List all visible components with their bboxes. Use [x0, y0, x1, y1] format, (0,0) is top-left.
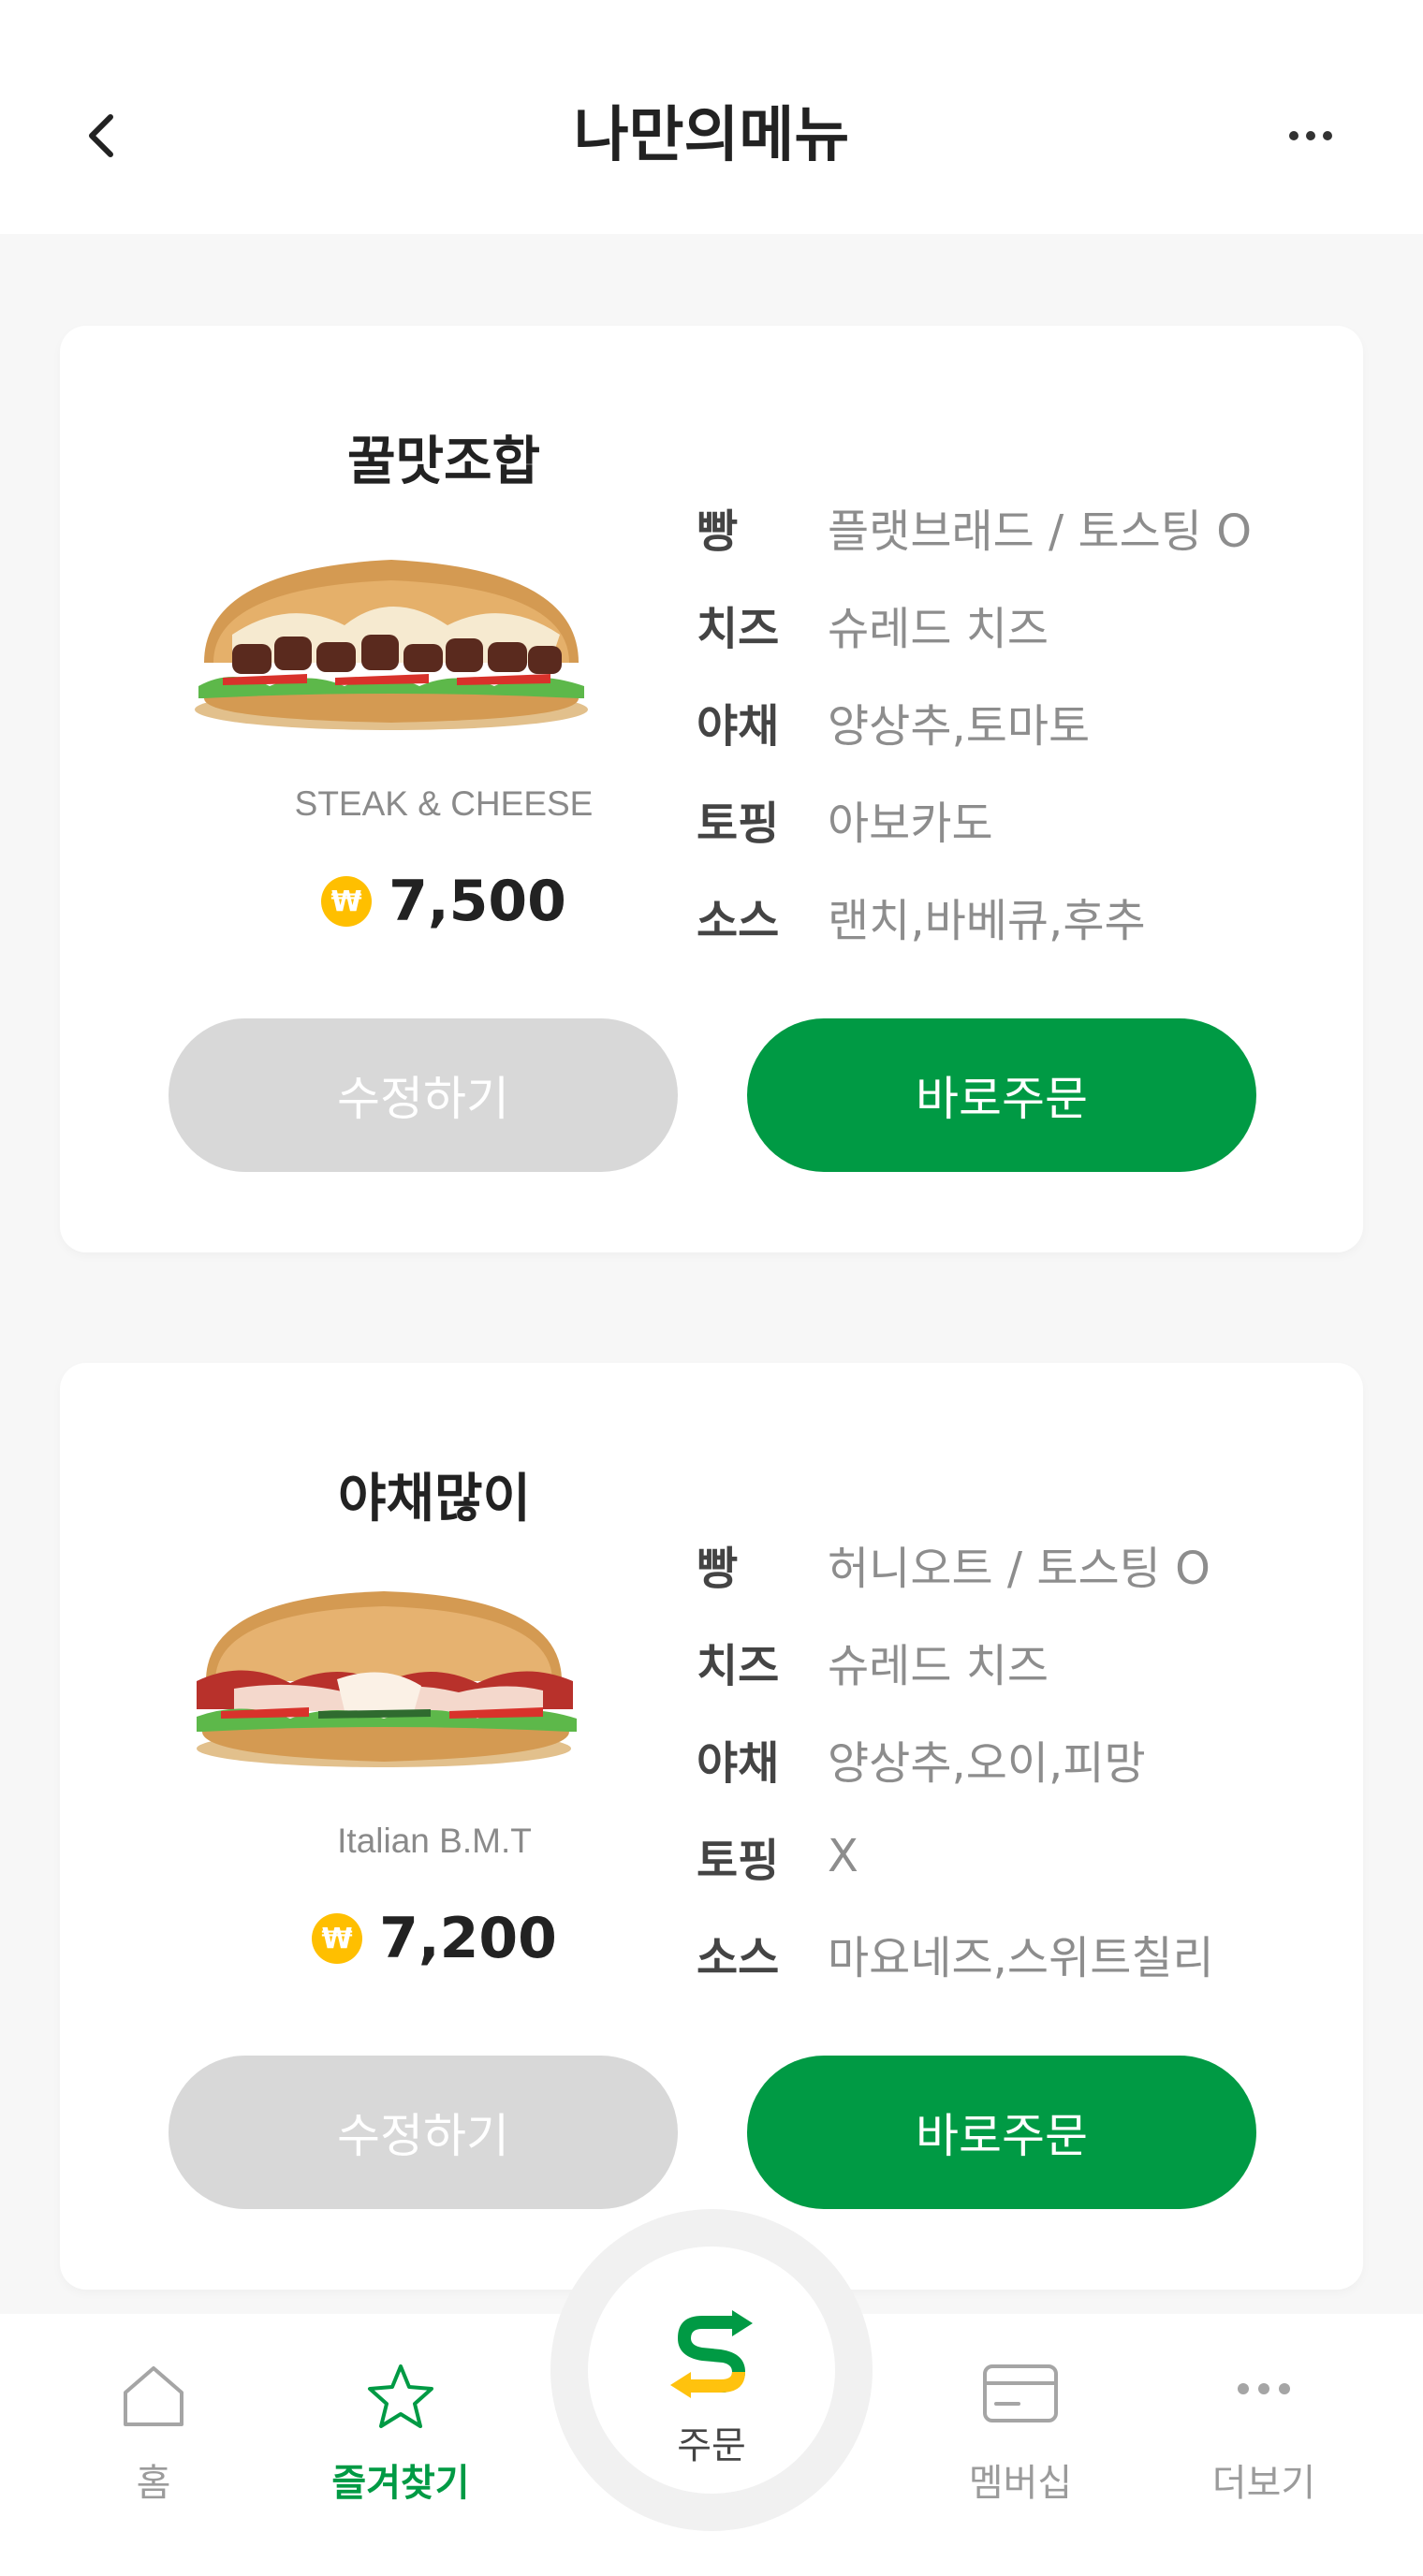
price: ₩ 7,500 — [200, 869, 687, 934]
option-value: X — [828, 1830, 858, 1882]
price: ₩ 7,200 — [191, 1906, 678, 1971]
steak-cheese-sandwich-image — [195, 560, 588, 730]
sandwich-name: STEAK & CHEESE — [294, 784, 594, 823]
won-coin-icon: ₩ — [312, 1913, 363, 1964]
menu-name: 꿀맛조합 — [346, 432, 541, 492]
nav-label-home: 홈 — [136, 2462, 171, 2505]
option-row: 야채 양상추,토마토 — [697, 689, 1090, 754]
nav-item-more[interactable]: 더보기 — [1170, 2314, 1357, 2576]
option-value: 슈레드 치즈 — [828, 1640, 1049, 1692]
menu-name: 야채많이 — [337, 1469, 532, 1530]
option-row: 치즈 슈레드 치즈 — [697, 592, 1049, 657]
page-title: 나만의메뉴 — [573, 101, 850, 170]
price-value: 7,200 — [379, 1906, 557, 1971]
home-icon — [124, 2366, 183, 2426]
edit-button[interactable]: 수정하기 — [169, 1018, 678, 1172]
star-icon — [368, 2364, 433, 2428]
more-horizontal-icon — [1238, 2383, 1290, 2394]
edit-button[interactable]: 수정하기 — [169, 2056, 678, 2209]
option-row: 소스 랜치,바베큐,후추 — [697, 884, 1146, 949]
nav-item-home[interactable]: 홈 — [60, 2314, 247, 2576]
option-row: 빵 허니오트 / 토스팅 O — [697, 1531, 1210, 1597]
membership-card-icon — [983, 2364, 1058, 2422]
price-value: 7,500 — [389, 869, 566, 934]
option-value: 마요네즈,스위트칠리 — [828, 1932, 1214, 1984]
option-row: 토핑 X — [697, 1823, 858, 1889]
menu-card: 꿀맛조합 STEAK & CHEESE ₩ 7,500 빵 플랫브래드 / 토스… — [60, 326, 1363, 1252]
option-row: 치즈 슈레드 치즈 — [697, 1629, 1049, 1694]
order-now-button[interactable]: 바로주문 — [747, 1018, 1256, 1172]
option-value: 플랫브래드 / 토스팅 O — [828, 505, 1253, 558]
nav-item-favorites[interactable]: 즐겨찾기 — [307, 2314, 494, 2576]
nav-label-favorites: 즐겨찾기 — [331, 2462, 470, 2505]
option-label: 빵 — [697, 1543, 739, 1595]
option-label: 치즈 — [697, 1640, 780, 1692]
order-center-button[interactable]: 주문 — [588, 2247, 835, 2494]
option-row: 야채 양상추,오이,피망 — [697, 1726, 1146, 1792]
option-label: 토핑 — [697, 798, 780, 850]
option-label: 토핑 — [697, 1835, 780, 1887]
option-row: 빵 플랫브래드 / 토스팅 O — [697, 494, 1252, 560]
option-label: 소스 — [697, 1932, 780, 1984]
subway-logo-icon — [670, 2310, 753, 2398]
sandwich-name: Italian B.M.T — [337, 1822, 532, 1860]
nav-label-membership: 멤버십 — [968, 2462, 1073, 2505]
option-value: 허니오트 / 토스팅 O — [828, 1543, 1210, 1595]
nav-label-more: 더보기 — [1211, 2462, 1316, 2505]
option-value: 슈레드 치즈 — [828, 603, 1049, 655]
option-label: 야채 — [697, 700, 780, 753]
menu-card: 야채많이 Italian B.M.T ₩ 7,200 빵 허니오트 / 토스팅 … — [60, 1363, 1363, 2290]
won-coin-icon: ₩ — [321, 876, 373, 927]
italian-bmt-sandwich-image — [197, 1591, 577, 1767]
app-header: 나만의메뉴 — [0, 0, 1423, 234]
option-label: 빵 — [697, 505, 739, 558]
option-row: 소스 마요네즈,스위트칠리 — [697, 1921, 1214, 1986]
option-label: 치즈 — [697, 603, 780, 655]
option-label: 야채 — [697, 1737, 780, 1790]
order-now-button[interactable]: 바로주문 — [747, 2056, 1256, 2209]
option-row: 토핑 아보카도 — [697, 786, 993, 852]
option-value: 양상추,오이,피망 — [828, 1737, 1146, 1790]
nav-item-membership[interactable]: 멤버십 — [927, 2314, 1114, 2576]
option-value: 랜치,바베큐,후추 — [828, 895, 1146, 947]
more-horizontal-icon[interactable] — [1273, 112, 1348, 159]
option-value: 양상추,토마토 — [828, 700, 1091, 753]
option-label: 소스 — [697, 895, 780, 947]
option-value: 아보카도 — [828, 798, 993, 850]
order-label: 주문 — [677, 2424, 746, 2467]
